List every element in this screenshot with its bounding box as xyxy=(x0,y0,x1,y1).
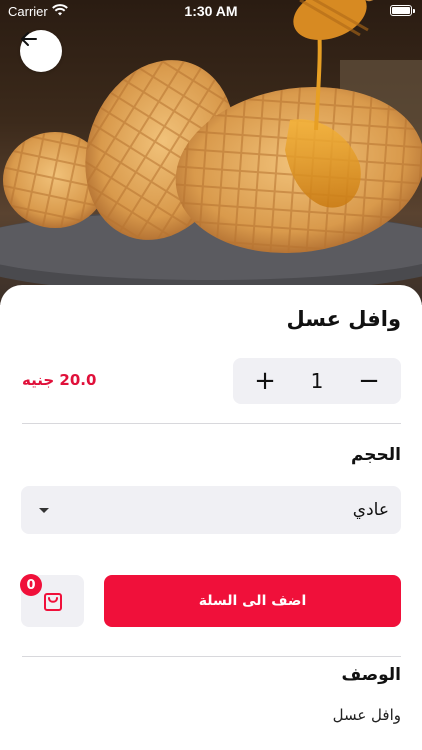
product-details-screen: Carrier 1:30 AM وافل عسل 20.0 جنيه + 1 −… xyxy=(0,0,422,750)
arrow-left-icon xyxy=(21,32,37,46)
quantity-value: 1 xyxy=(310,369,324,393)
size-label: الحجم xyxy=(350,445,401,465)
quantity-stepper: + 1 − xyxy=(233,358,401,404)
divider xyxy=(22,423,401,424)
back-button[interactable] xyxy=(20,30,62,72)
increase-button[interactable]: + xyxy=(253,368,277,394)
product-price: 20.0 جنيه xyxy=(22,371,97,389)
status-bar: Carrier 1:30 AM xyxy=(0,0,422,24)
product-title: وافل عسل xyxy=(286,307,401,331)
description-text: وافل عسل xyxy=(332,706,401,724)
battery-icon xyxy=(390,5,415,16)
description-label: الوصف xyxy=(341,665,401,685)
divider xyxy=(22,656,401,657)
size-selected-value: عادي xyxy=(352,500,389,520)
caret-down-icon xyxy=(39,508,49,513)
cart-count-badge: 0 xyxy=(20,574,42,596)
shopping-bag-icon xyxy=(43,593,62,611)
product-image: Carrier 1:30 AM xyxy=(0,0,422,305)
product-details-sheet: وافل عسل 20.0 جنيه + 1 − الحجم عادي 0 اض… xyxy=(0,285,422,750)
status-time: 1:30 AM xyxy=(184,3,238,19)
size-select[interactable]: عادي xyxy=(21,486,401,534)
add-to-cart-button[interactable]: اضف الى السلة xyxy=(104,575,401,627)
decrease-button[interactable]: − xyxy=(357,368,381,394)
